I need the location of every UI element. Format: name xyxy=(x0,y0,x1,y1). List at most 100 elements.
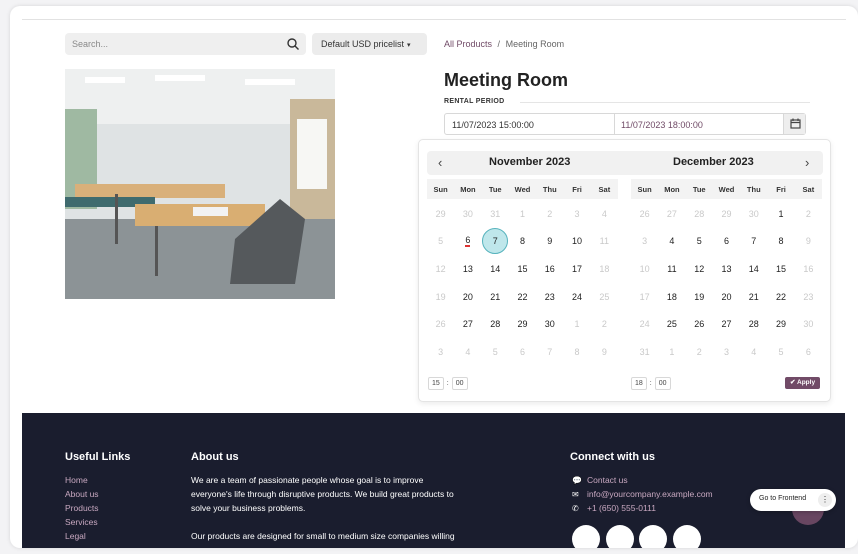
calendar-day[interactable]: 20 xyxy=(454,283,481,311)
social-icon[interactable] xyxy=(673,525,701,548)
end-minute-input[interactable]: 00 xyxy=(654,377,671,390)
pricelist-dropdown[interactable]: Default USD pricelist ▾ xyxy=(312,33,427,55)
contact-us-link[interactable]: Contact us xyxy=(587,475,628,485)
calendar-day[interactable]: 29 xyxy=(767,310,794,338)
calendar-day[interactable]: 11 xyxy=(658,255,685,283)
social-icon[interactable] xyxy=(572,525,600,548)
rental-date-range[interactable]: 11/07/2023 15:00:00 11/07/2023 18:00:00 xyxy=(444,113,806,135)
weekday: Mon xyxy=(664,184,680,194)
calendar-day[interactable]: 14 xyxy=(740,255,767,283)
calendar-day[interactable]: 15 xyxy=(509,255,536,283)
calendar-day[interactable]: 4 xyxy=(658,228,685,256)
calendar-day[interactable]: 28 xyxy=(482,310,509,338)
calendar-day[interactable]: 16 xyxy=(536,255,563,283)
calendar-day-number: 30 xyxy=(748,208,759,219)
calendar-day-number: 15 xyxy=(517,263,528,274)
calendar-day[interactable]: 29 xyxy=(509,310,536,338)
calendar-day-number: 11 xyxy=(667,263,677,274)
calendar-day[interactable]: 8 xyxy=(767,228,794,256)
calendar-day[interactable]: 13 xyxy=(454,255,481,283)
calendar-day-number: 25 xyxy=(599,291,610,302)
calendar-day[interactable]: 17 xyxy=(563,255,590,283)
calendar-day[interactable]: 27 xyxy=(454,310,481,338)
breadcrumb: All Products / Meeting Room xyxy=(444,39,564,49)
more-options-icon[interactable]: ⋮ xyxy=(818,493,832,507)
start-minute-input[interactable]: 00 xyxy=(451,377,468,390)
calendar-day[interactable]: 21 xyxy=(740,283,767,311)
search-input[interactable]: Search... xyxy=(65,33,306,55)
social-icon[interactable] xyxy=(639,525,667,548)
footer-link-products[interactable]: Products xyxy=(65,503,99,513)
email-link[interactable]: info@yourcompany.example.com xyxy=(587,489,713,499)
calendar-day-number: 11 xyxy=(599,236,610,247)
calendar-day[interactable]: 27 xyxy=(713,310,740,338)
calendar-day-number: 22 xyxy=(517,291,528,302)
calendar-day[interactable]: 6 xyxy=(713,228,740,256)
calendar-day: 1 xyxy=(658,338,685,366)
calendar-button[interactable] xyxy=(783,114,805,134)
calendar-day-number: 12 xyxy=(694,263,705,274)
calendar-day-number: 14 xyxy=(490,263,501,274)
calendar-day[interactable]: 12 xyxy=(686,255,713,283)
calendar-day[interactable]: 28 xyxy=(740,310,767,338)
calendar-day: 3 xyxy=(631,228,658,256)
time-colon: : xyxy=(649,380,652,387)
calendar-day[interactable]: 5 xyxy=(686,228,713,256)
rental-start-input[interactable]: 11/07/2023 15:00:00 xyxy=(452,120,534,130)
calendar-day-number: 17 xyxy=(639,291,650,302)
calendar-day[interactable]: 10 xyxy=(563,228,590,256)
weekday-header: Sun Mon Tue Wed Thu Fri Sat xyxy=(427,179,618,199)
calendar-day[interactable]: 7 xyxy=(740,228,767,256)
calendar-day-number: 1 xyxy=(778,208,784,219)
calendar-day[interactable]: 13 xyxy=(713,255,740,283)
calendar-day[interactable]: 9 xyxy=(536,228,563,256)
calendar-day[interactable]: 23 xyxy=(536,283,563,311)
footer-link-legal[interactable]: Legal xyxy=(65,531,86,541)
search-icon[interactable] xyxy=(286,37,300,51)
calendar-day-number: 6 xyxy=(465,235,471,248)
calendar-day[interactable]: 21 xyxy=(482,283,509,311)
footer-link-home[interactable]: Home xyxy=(65,475,88,485)
footer-link-about[interactable]: About us xyxy=(65,489,99,499)
go-to-frontend-button[interactable]: Go to Frontend ⋮ xyxy=(750,489,836,511)
month-title-left: November 2023 xyxy=(489,156,571,168)
calendar-day: 28 xyxy=(686,200,713,228)
calendar-day[interactable]: 30 xyxy=(536,310,563,338)
phone-icon: ✆ xyxy=(572,504,579,513)
calendar-day[interactable]: 6 xyxy=(454,228,481,256)
calendar-day: 5 xyxy=(482,338,509,366)
calendar-day-number: 15 xyxy=(776,263,787,274)
chevron-left-icon[interactable]: ‹ xyxy=(438,155,442,170)
calendar-day-number: 8 xyxy=(574,346,580,357)
calendar-day[interactable]: 7 xyxy=(482,228,509,256)
connect-title: Connect with us xyxy=(570,451,655,463)
calendar-day[interactable]: 14 xyxy=(482,255,509,283)
social-icon[interactable] xyxy=(606,525,634,548)
apply-button[interactable]: ✔ Apply xyxy=(785,377,821,389)
end-time: 18:00 xyxy=(631,377,671,390)
calendar-day[interactable]: 15 xyxy=(767,255,794,283)
footer-link-services[interactable]: Services xyxy=(65,517,98,527)
calendar-day[interactable]: 18 xyxy=(658,283,685,311)
calendar-day[interactable]: 22 xyxy=(509,283,536,311)
start-hour-input[interactable]: 15 xyxy=(428,377,444,390)
calendar-day-number: 9 xyxy=(601,346,607,357)
weekday: Fri xyxy=(776,184,786,194)
end-hour-input[interactable]: 18 xyxy=(631,377,647,390)
calendar-day-number: 28 xyxy=(748,319,759,330)
calendar-day[interactable]: 26 xyxy=(686,310,713,338)
calendar-day-number: 1 xyxy=(519,208,525,219)
chevron-right-icon[interactable]: › xyxy=(805,155,809,170)
breadcrumb-all-products[interactable]: All Products xyxy=(444,39,492,49)
phone-link[interactable]: +1 (650) 555-0111 xyxy=(587,503,656,513)
calendar-day: 9 xyxy=(591,338,618,366)
calendar-day[interactable]: 8 xyxy=(509,228,536,256)
calendar-day[interactable]: 20 xyxy=(713,283,740,311)
calendar-day-number: 3 xyxy=(723,346,729,357)
calendar-day[interactable]: 19 xyxy=(686,283,713,311)
calendar-day[interactable]: 25 xyxy=(658,310,685,338)
calendar-day[interactable]: 1 xyxy=(767,200,794,228)
rental-end-input[interactable]: 11/07/2023 18:00:00 xyxy=(621,120,703,130)
calendar-day[interactable]: 22 xyxy=(767,283,794,311)
calendar-day[interactable]: 24 xyxy=(563,283,590,311)
